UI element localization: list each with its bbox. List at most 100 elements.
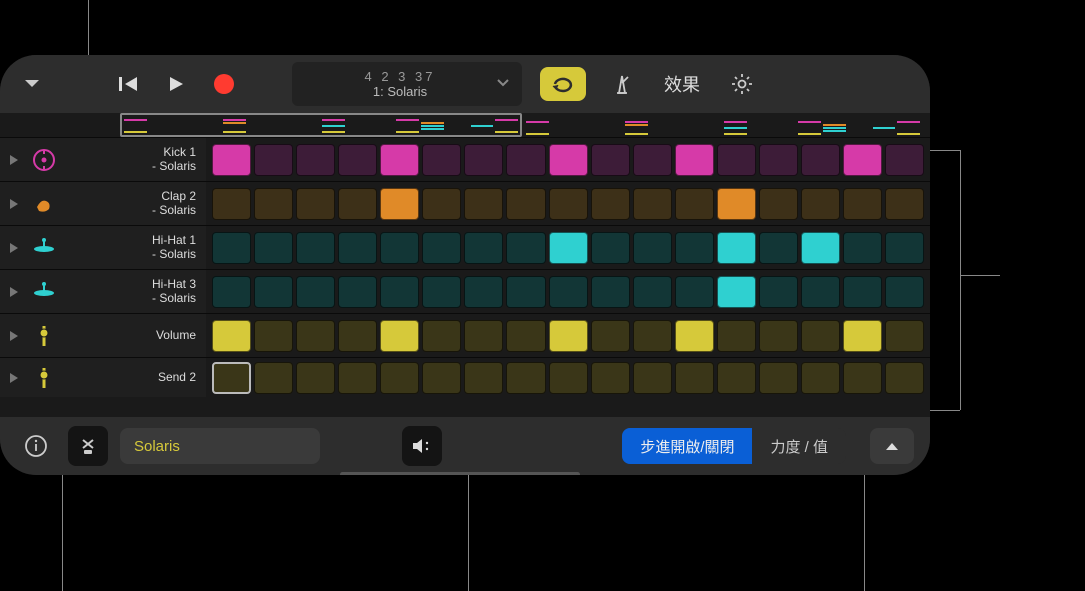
track-play-icon[interactable]	[6, 154, 22, 166]
step-cell[interactable]	[885, 144, 924, 176]
step-cell[interactable]	[591, 362, 630, 394]
step-cell[interactable]	[338, 188, 377, 220]
step-cell[interactable]	[633, 320, 672, 352]
step-cell[interactable]	[633, 188, 672, 220]
step-cell[interactable]	[675, 144, 714, 176]
track-play-icon[interactable]	[6, 286, 22, 298]
step-cell[interactable]	[717, 144, 756, 176]
step-cell[interactable]	[212, 276, 251, 308]
step-cell[interactable]	[380, 320, 419, 352]
step-cell[interactable]	[380, 362, 419, 394]
step-cell[interactable]	[464, 276, 503, 308]
step-cell[interactable]	[885, 276, 924, 308]
expand-button[interactable]	[870, 428, 914, 464]
step-cell[interactable]	[254, 144, 293, 176]
step-cell[interactable]	[212, 362, 251, 394]
effects-button[interactable]: 效果	[664, 71, 700, 97]
step-cell[interactable]	[801, 144, 840, 176]
step-cell[interactable]	[296, 276, 335, 308]
step-cell[interactable]	[633, 144, 672, 176]
step-cell[interactable]	[254, 188, 293, 220]
step-cell[interactable]	[717, 276, 756, 308]
step-cell[interactable]	[338, 320, 377, 352]
step-cell[interactable]	[422, 320, 461, 352]
step-cell[interactable]	[675, 232, 714, 264]
step-cell[interactable]	[549, 320, 588, 352]
step-cell[interactable]	[254, 320, 293, 352]
track-header[interactable]: Kick 1 - Solaris	[0, 138, 206, 181]
volume-button[interactable]	[402, 426, 442, 466]
step-cell[interactable]	[759, 362, 798, 394]
step-cell[interactable]	[717, 362, 756, 394]
step-cell[interactable]	[801, 276, 840, 308]
step-cell[interactable]	[506, 188, 545, 220]
step-cell[interactable]	[422, 232, 461, 264]
step-cell[interactable]	[759, 188, 798, 220]
step-cell[interactable]	[380, 144, 419, 176]
step-cell[interactable]	[591, 320, 630, 352]
step-cell[interactable]	[296, 232, 335, 264]
step-cell[interactable]	[464, 188, 503, 220]
play-button[interactable]	[156, 64, 196, 104]
step-cell[interactable]	[212, 232, 251, 264]
step-cell[interactable]	[759, 320, 798, 352]
step-cell[interactable]	[759, 232, 798, 264]
track-play-icon[interactable]	[6, 198, 22, 210]
step-cell[interactable]	[843, 276, 882, 308]
step-cell[interactable]	[843, 188, 882, 220]
track-play-icon[interactable]	[6, 330, 22, 342]
step-cell[interactable]	[464, 232, 503, 264]
step-cell[interactable]	[506, 232, 545, 264]
step-cell[interactable]	[717, 232, 756, 264]
step-cell[interactable]	[422, 276, 461, 308]
step-cell[interactable]	[212, 320, 251, 352]
step-cell[interactable]	[506, 362, 545, 394]
step-cell[interactable]	[843, 232, 882, 264]
step-cell[interactable]	[338, 362, 377, 394]
step-cell[interactable]	[464, 362, 503, 394]
step-cell[interactable]	[549, 144, 588, 176]
step-cell[interactable]	[296, 320, 335, 352]
record-button[interactable]	[204, 64, 244, 104]
step-cell[interactable]	[717, 188, 756, 220]
step-cell[interactable]	[506, 276, 545, 308]
step-cell[interactable]	[254, 232, 293, 264]
step-cell[interactable]	[759, 276, 798, 308]
track-play-icon[interactable]	[6, 242, 22, 254]
step-cell[interactable]	[380, 232, 419, 264]
track-header[interactable]: Send 2	[0, 358, 206, 397]
step-cell[interactable]	[296, 188, 335, 220]
step-cell[interactable]	[675, 188, 714, 220]
previous-button[interactable]	[108, 64, 148, 104]
step-cell[interactable]	[549, 232, 588, 264]
step-cell[interactable]	[591, 232, 630, 264]
mode-step-toggle[interactable]: 步進開啟/關閉	[622, 428, 752, 464]
step-cell[interactable]	[801, 320, 840, 352]
step-cell[interactable]	[464, 144, 503, 176]
step-cell[interactable]	[506, 320, 545, 352]
step-cell[interactable]	[591, 144, 630, 176]
step-cell[interactable]	[717, 320, 756, 352]
step-cell[interactable]	[843, 144, 882, 176]
step-cell[interactable]	[380, 276, 419, 308]
step-cell[interactable]	[801, 232, 840, 264]
step-cell[interactable]	[338, 276, 377, 308]
step-cell[interactable]	[380, 188, 419, 220]
step-cell[interactable]	[633, 276, 672, 308]
info-button[interactable]	[16, 426, 56, 466]
mode-velocity-value[interactable]: 力度 / 值	[752, 428, 846, 464]
track-header[interactable]: Clap 2 - Solaris	[0, 182, 206, 225]
step-cell[interactable]	[464, 320, 503, 352]
step-cell[interactable]	[675, 362, 714, 394]
step-cell[interactable]	[675, 320, 714, 352]
track-play-icon[interactable]	[6, 372, 22, 384]
step-cell[interactable]	[296, 362, 335, 394]
metronome-button[interactable]	[602, 64, 642, 104]
step-cell[interactable]	[801, 188, 840, 220]
track-header[interactable]: Hi-Hat 1 - Solaris	[0, 226, 206, 269]
step-cell[interactable]	[549, 276, 588, 308]
step-cell[interactable]	[422, 188, 461, 220]
step-cell[interactable]	[549, 188, 588, 220]
close-keyboard-button[interactable]	[68, 426, 108, 466]
step-cell[interactable]	[422, 362, 461, 394]
